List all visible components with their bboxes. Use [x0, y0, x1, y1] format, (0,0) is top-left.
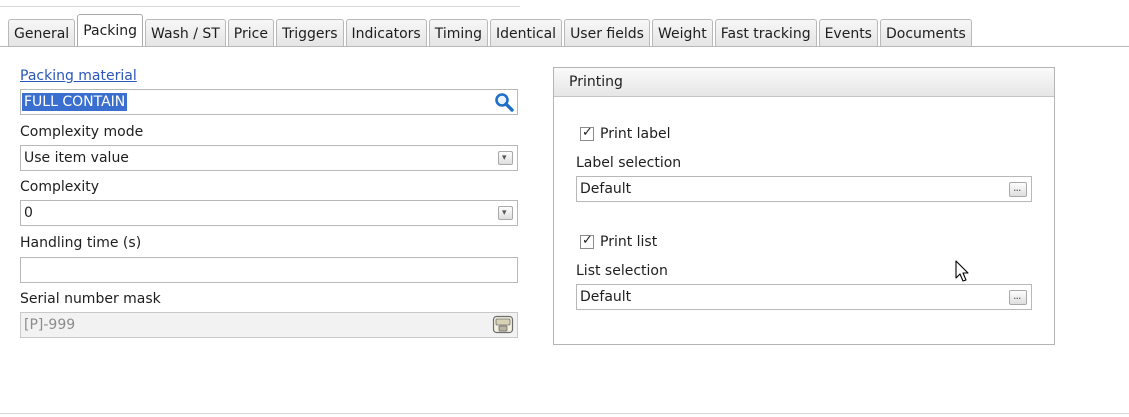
packing-material-link[interactable]: Packing material: [20, 68, 137, 84]
complexity-mode-value: Use item value: [24, 150, 129, 166]
complexity-mode-select[interactable]: Use item value ▾: [20, 145, 518, 171]
mouse-cursor-icon: [955, 260, 969, 282]
list-selection-label: List selection: [576, 263, 668, 279]
tab-price[interactable]: Price: [227, 19, 274, 47]
printing-group-title: Printing: [554, 68, 1054, 97]
label-selection-field[interactable]: Default ...: [576, 176, 1032, 202]
tab-indicators[interactable]: Indicators: [345, 19, 427, 47]
print-label-text: Print label: [600, 126, 671, 142]
chevron-down-icon[interactable]: ▾: [498, 206, 513, 220]
tab-wash-st[interactable]: Wash / ST: [145, 19, 226, 47]
tab-fast-tracking[interactable]: Fast tracking: [714, 19, 817, 47]
printing-group: Printing ✓ Print label Label selection D…: [553, 67, 1055, 345]
tab-identical[interactable]: Identical: [490, 19, 563, 47]
print-list-checkbox[interactable]: ✓: [580, 233, 594, 249]
checkmark-icon: ✓: [582, 125, 593, 140]
chevron-down-icon[interactable]: ▾: [498, 151, 513, 165]
search-icon[interactable]: [494, 92, 514, 112]
ellipsis-icon[interactable]: ...: [1009, 289, 1027, 305]
list-selection-field[interactable]: Default ...: [576, 284, 1032, 310]
label-selection-label: Label selection: [576, 155, 682, 171]
tab-bar: General Packing Wash / ST Price Triggers…: [8, 14, 974, 47]
tab-divider: [0, 46, 1129, 47]
serial-number-mask-value: [P]-999: [24, 317, 76, 333]
packing-material-field[interactable]: FULL CONTAIN: [20, 89, 518, 115]
complexity-value: 0: [24, 205, 33, 221]
handling-time-label: Handling time (s): [20, 235, 142, 251]
checkmark-icon: ✓: [582, 233, 593, 248]
print-list-text: Print list: [600, 234, 658, 250]
stamp-icon[interactable]: [492, 315, 514, 335]
tab-triggers[interactable]: Triggers: [275, 19, 344, 47]
print-label-checkbox-row[interactable]: ✓ Print label: [580, 125, 671, 142]
tab-timing[interactable]: Timing: [428, 19, 489, 47]
tab-documents[interactable]: Documents: [879, 19, 972, 47]
top-divider: [0, 6, 520, 7]
serial-number-mask-field: [P]-999: [20, 312, 518, 338]
list-selection-value: Default: [580, 289, 632, 305]
tab-user-fields[interactable]: User fields: [564, 19, 650, 47]
serial-number-mask-label: Serial number mask: [20, 291, 161, 307]
ellipsis-icon[interactable]: ...: [1009, 181, 1027, 197]
print-label-checkbox[interactable]: ✓: [580, 125, 594, 141]
complexity-mode-label: Complexity mode: [20, 124, 144, 140]
packing-material-value: FULL CONTAIN: [22, 93, 128, 111]
complexity-select[interactable]: 0 ▾: [20, 200, 518, 226]
tab-events[interactable]: Events: [818, 19, 878, 47]
tab-weight[interactable]: Weight: [651, 19, 713, 47]
handling-time-input[interactable]: [20, 257, 518, 283]
tab-general[interactable]: General: [8, 19, 76, 47]
bottom-divider: [0, 413, 1129, 414]
label-selection-value: Default: [580, 181, 632, 197]
print-list-checkbox-row[interactable]: ✓ Print list: [580, 233, 658, 250]
complexity-label: Complexity: [20, 179, 100, 195]
tab-packing[interactable]: Packing: [77, 14, 144, 47]
